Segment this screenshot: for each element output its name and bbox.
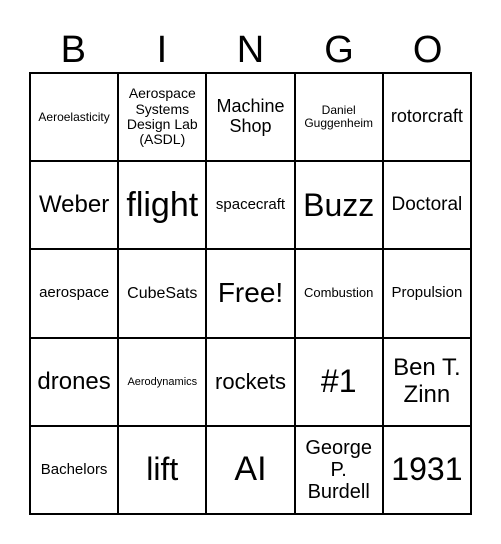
- bingo-cell[interactable]: Aerospace Systems Design Lab (ASDL): [118, 73, 207, 162]
- bingo-cell[interactable]: CubeSats: [118, 249, 207, 338]
- cell-label: Machine Shop: [216, 96, 285, 137]
- cell-label: 1931: [391, 451, 463, 488]
- cell-label: Weber: [38, 191, 110, 219]
- free-space-cell[interactable]: Free!: [206, 249, 295, 338]
- bingo-cell[interactable]: aerospace: [30, 249, 119, 338]
- bingo-cell[interactable]: Buzz: [294, 161, 383, 250]
- bingo-cell[interactable]: AI: [206, 425, 295, 514]
- bingo-header: B I N G O: [29, 28, 472, 72]
- cell-label: flight: [126, 185, 199, 224]
- cell-label: aerospace: [39, 284, 110, 302]
- cell-label: Bachelors: [40, 460, 108, 478]
- bingo-cell[interactable]: Bachelors: [30, 425, 119, 514]
- bingo-cell[interactable]: George P. Burdell: [294, 425, 383, 514]
- bingo-cell[interactable]: spacecraft: [206, 161, 295, 250]
- header-letter-o: O: [412, 29, 443, 71]
- header-letter-n: N: [236, 29, 265, 71]
- bingo-cell[interactable]: rotorcraft: [382, 73, 471, 162]
- bingo-cell[interactable]: 1931: [382, 425, 471, 514]
- cell-label: drones: [37, 367, 111, 395]
- bingo-cell[interactable]: Machine Shop: [206, 73, 295, 162]
- cell-label: Daniel Guggenheim: [304, 102, 374, 131]
- bingo-cell[interactable]: Aeroelasticity: [30, 73, 119, 162]
- cell-label: rockets: [215, 368, 286, 394]
- bingo-cell[interactable]: Aerodynamics: [118, 337, 207, 426]
- cell-label: AI: [234, 450, 267, 489]
- bingo-cell[interactable]: Combustion: [294, 249, 383, 338]
- bingo-cell[interactable]: Daniel Guggenheim: [294, 73, 383, 162]
- bingo-cell[interactable]: drones: [30, 337, 119, 426]
- cell-label: #1: [320, 363, 357, 400]
- bingo-cell[interactable]: rockets: [206, 337, 295, 426]
- bingo-cell[interactable]: Doctoral: [382, 161, 471, 250]
- cell-label: rotorcraft: [390, 106, 463, 127]
- cell-label: Combustion: [304, 285, 374, 301]
- cell-label: Aeroelasticity: [38, 109, 110, 124]
- bingo-cell[interactable]: lift: [118, 425, 207, 514]
- bingo-cell[interactable]: Weber: [30, 161, 119, 250]
- cell-label: spacecraft: [215, 196, 286, 214]
- bingo-cell[interactable]: Propulsion: [382, 249, 471, 338]
- cell-label: Buzz: [303, 186, 375, 223]
- bingo-cell[interactable]: flight: [118, 161, 207, 250]
- header-letter-b: B: [60, 29, 86, 71]
- cell-label: Aerospace Systems Design Lab (ASDL): [126, 85, 198, 148]
- cell-label: Doctoral: [391, 193, 463, 215]
- bingo-cell[interactable]: Ben T. Zinn: [382, 337, 471, 426]
- header-letter-g: G: [324, 29, 354, 71]
- cell-label: lift: [146, 451, 179, 488]
- cell-label: CubeSats: [127, 284, 198, 302]
- cell-label: George P. Burdell: [305, 436, 373, 503]
- cell-label: Aerodynamics: [127, 375, 198, 388]
- cell-label: Ben T. Zinn: [393, 354, 461, 408]
- header-letter-i: I: [156, 29, 168, 71]
- cell-label: Free!: [217, 277, 284, 309]
- bingo-cell[interactable]: #1: [294, 337, 383, 426]
- cell-label: Propulsion: [391, 284, 463, 302]
- bingo-grid: Aeroelasticity Aerospace Systems Design L…: [29, 72, 472, 515]
